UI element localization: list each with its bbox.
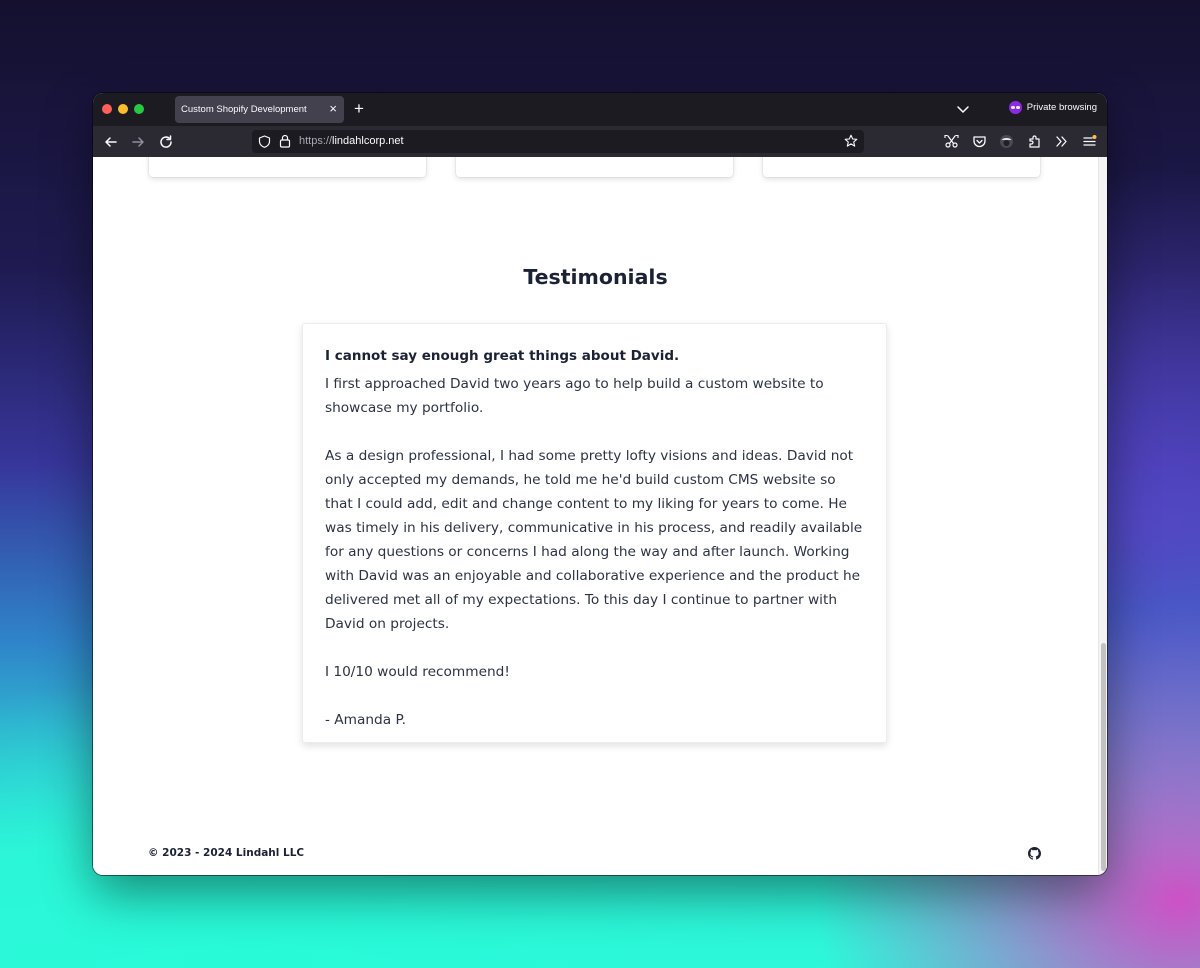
- private-browsing-indicator: Private browsing: [1008, 101, 1097, 114]
- pocket-icon[interactable]: [972, 134, 987, 149]
- section-title: Testimonials: [523, 265, 668, 289]
- testimonial-card: I cannot say enough great things about D…: [302, 323, 887, 743]
- service-card: [763, 157, 1040, 177]
- minimize-window-button[interactable]: [118, 104, 128, 114]
- url-text[interactable]: https://lindahlcorp.net: [299, 135, 404, 147]
- screenshot-icon[interactable]: [944, 134, 959, 149]
- private-mask-icon: [1008, 101, 1022, 114]
- testimonial-paragraph: I first approached David two years ago t…: [325, 376, 824, 416]
- close-window-button[interactable]: [102, 104, 112, 114]
- service-card: [149, 157, 426, 177]
- arrow-right-icon[interactable]: [130, 134, 146, 150]
- hamburger-menu-icon[interactable]: [1082, 134, 1097, 149]
- footer-copyright: © 2023 - 2024 Lindahl LLC: [148, 847, 305, 859]
- chevron-down-icon[interactable]: [956, 102, 970, 116]
- tab-bar: Custom Shopify Development × + Private b…: [93, 93, 1107, 126]
- service-card: [456, 157, 733, 177]
- star-icon[interactable]: [844, 134, 858, 148]
- profile-icon[interactable]: [999, 134, 1014, 149]
- arrow-left-icon[interactable]: [103, 134, 119, 150]
- tab-active[interactable]: Custom Shopify Development ×: [175, 96, 344, 123]
- page-scrollbar[interactable]: [1098, 157, 1107, 875]
- scrollbar-thumb[interactable]: [1101, 643, 1106, 871]
- url-bar[interactable]: https://lindahlcorp.net: [252, 130, 864, 153]
- url-host: lindahlcorp.net: [332, 135, 404, 147]
- github-icon[interactable]: [1028, 847, 1041, 860]
- browser-window: Custom Shopify Development × + Private b…: [93, 93, 1107, 875]
- testimonial-heading: I cannot say enough great things about D…: [325, 348, 680, 364]
- shield-icon[interactable]: [258, 135, 271, 148]
- new-tab-button[interactable]: +: [354, 98, 364, 120]
- zoom-window-button[interactable]: [134, 104, 144, 114]
- navigation-bar: https://lindahlcorp.net: [93, 126, 1107, 157]
- testimonial-paragraph: I 10/10 would recommend!: [325, 664, 510, 680]
- page-content: Testimonials I cannot say enough great t…: [93, 157, 1098, 875]
- testimonial-author: - Amanda P.: [325, 712, 406, 728]
- testimonial-paragraph: As a design professional, I had some pre…: [325, 448, 863, 632]
- tab-close-icon[interactable]: ×: [329, 101, 337, 117]
- private-browsing-label: Private browsing: [1026, 102, 1097, 113]
- lock-icon[interactable]: [279, 134, 291, 148]
- url-protocol: https://: [299, 135, 333, 147]
- puzzle-icon[interactable]: [1027, 134, 1042, 149]
- tab-title: Custom Shopify Development: [181, 104, 307, 115]
- reload-icon[interactable]: [158, 134, 174, 150]
- chevrons-right-icon[interactable]: [1054, 134, 1069, 149]
